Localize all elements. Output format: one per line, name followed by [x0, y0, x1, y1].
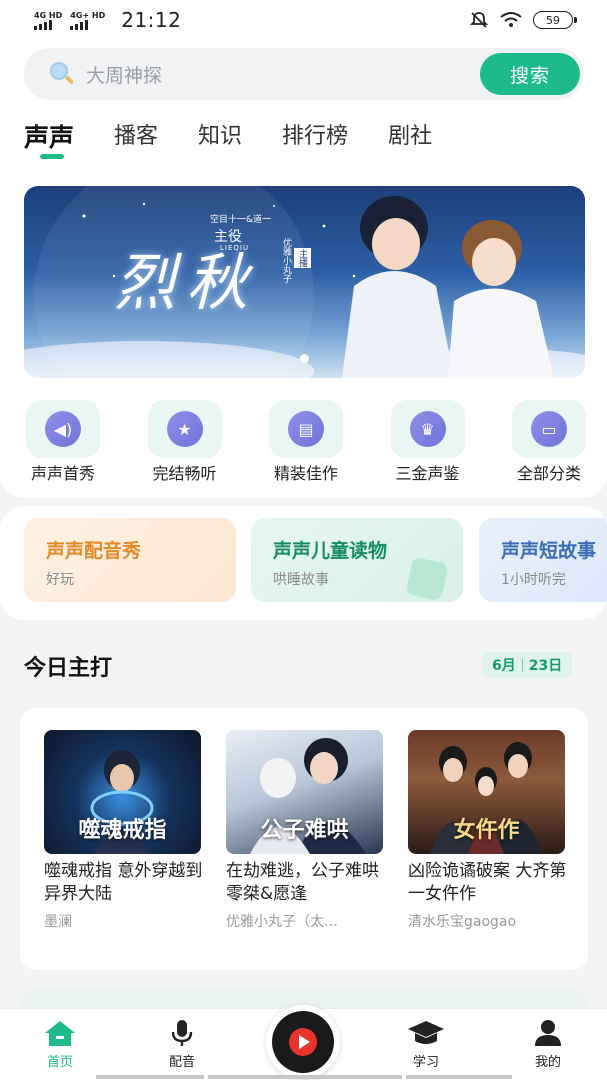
gesture-bar-segment [208, 1075, 402, 1079]
category-label: 精装佳作 [273, 464, 338, 483]
signal-bars-icon [34, 19, 62, 30]
book-author: 优雅小丸子（太… [226, 914, 338, 930]
nav-label: 首页 [46, 1055, 73, 1070]
book-title[interactable]: 在劫难逃，公子难哄 零桀&愿逢 [226, 860, 386, 906]
clock: 21:12 [121, 8, 182, 32]
cover-title: 噬魂戒指 [78, 817, 167, 843]
search-button[interactable]: 搜索 [480, 53, 580, 95]
tab-podcast[interactable]: 播客 [114, 118, 158, 150]
nav-dubbing[interactable]: 配音 [142, 1019, 222, 1070]
promo-card-short-stories[interactable]: 声声短故事 1小时听完 [479, 518, 607, 602]
category-label: 三金声鉴 [395, 464, 460, 483]
microphone-icon [171, 1020, 193, 1046]
promo-strip: 声声配音秀 好玩 声声儿童读物 哄睡故事 声声短故事 1小时听完 [0, 506, 607, 620]
promo-card-children[interactable]: 声声儿童读物 哄睡故事 [251, 518, 463, 602]
category-item[interactable]: ◀) 声声首秀 [14, 400, 112, 484]
tab-ranking[interactable]: 排行榜 [282, 118, 348, 150]
battery-level: 59 [546, 13, 560, 27]
featured-books-card: 噬魂戒指 噬魂戒指 意外穿越到异界大陆 墨澜 公子难哄 在劫难逃，公子难哄 零桀… [20, 708, 588, 970]
category-item[interactable]: ★ 完结畅听 [136, 400, 234, 484]
signal-indicator-2: 4G+ HD [70, 11, 105, 30]
book-item[interactable]: 噬魂戒指 噬魂戒指 意外穿越到异界大陆 墨澜 [44, 730, 204, 931]
book-author: 墨澜 [44, 914, 72, 930]
carousel-dots [300, 354, 309, 363]
category-item[interactable]: ▤ 精装佳作 [257, 400, 355, 484]
cover-title: 女仵作 [453, 817, 520, 843]
nav-learning[interactable]: 学习 [386, 1019, 466, 1070]
network-label: 4G+ HD [70, 10, 106, 20]
category-label: 全部分类 [516, 464, 581, 483]
promo-card-dubbing[interactable]: 声声配音秀 好玩 [24, 518, 236, 602]
wifi-icon [500, 12, 522, 27]
gesture-bar-segment [96, 1075, 204, 1079]
folder-icon: ▭ [531, 411, 567, 447]
cover-title: 公子难哄 [260, 817, 349, 843]
banner-carousel[interactable]: 烈秋 空目十一&道一 主役 LIEQIU 优雅小丸子 主播 [24, 186, 585, 378]
graduation-cap-icon [408, 1021, 444, 1044]
category-item[interactable]: ▭ 全部分类 [500, 400, 598, 484]
promo-subtitle: 1小时听完 [501, 572, 566, 588]
nav-profile[interactable]: 我的 [508, 1019, 588, 1070]
nav-label: 学习 [412, 1055, 439, 1070]
person-icon [535, 1020, 561, 1046]
award-icon: ♛ [409, 411, 446, 447]
gesture-bar-segment [406, 1075, 512, 1079]
book-item[interactable]: 公子难哄 在劫难逃，公子难哄 零桀&愿逢 优雅小丸子（太… [226, 730, 386, 931]
banner-artwork [24, 186, 585, 378]
category-label: 完结畅听 [152, 464, 217, 483]
nav-label: 我的 [534, 1055, 561, 1070]
speaker-icon: ◀) [45, 411, 81, 447]
banner-role: 主役 [214, 229, 242, 245]
promo-subtitle: 好玩 [46, 572, 74, 588]
check-bag-icon [405, 556, 449, 602]
date-badge: 6月 23日 [482, 652, 573, 678]
book-icon: ▤ [288, 411, 324, 447]
banner-credit: 空目十一&道一 [210, 215, 272, 225]
category-label: 声声首秀 [30, 464, 95, 483]
book-title[interactable]: 噬魂戒指 意外穿越到异界大陆 [44, 860, 204, 906]
book-cover[interactable]: 噬魂戒指 [44, 730, 201, 854]
signal-indicator-1: 4G HD [34, 11, 62, 30]
date-day: 23日 [528, 658, 563, 674]
nav-label: 配音 [168, 1055, 195, 1070]
search-placeholder[interactable]: 大周神探 [86, 61, 162, 88]
bottom-nav: 首页 配音 学习 我的 [0, 1005, 607, 1080]
section-title: 今日主打 [24, 656, 113, 681]
mute-bell-icon [469, 12, 489, 28]
promo-title: 声声短故事 [501, 540, 597, 562]
signal-bars-icon [70, 19, 105, 30]
banner-host-tag: 主播 [294, 248, 311, 268]
promo-title: 声声儿童读物 [273, 540, 388, 562]
book-cover[interactable]: 公子难哄 [226, 730, 383, 854]
home-icon [45, 1021, 75, 1046]
tab-knowledge[interactable]: 知识 [198, 118, 242, 150]
promo-title: 声声配音秀 [46, 540, 142, 562]
banner-host-name: 优雅小丸子 [281, 238, 291, 283]
search-icon [48, 60, 76, 88]
book-cover[interactable]: 女仵作 [408, 730, 565, 854]
search-bar[interactable]: 大周神探 搜索 [24, 48, 584, 100]
book-author: 清水乐宝gaogao [408, 914, 517, 930]
network-label: 4G HD [34, 10, 63, 20]
book-item[interactable]: 女仵作 凶险诡谲破案 大齐第一女仵作 清水乐宝gaogao [408, 730, 568, 931]
tab-bar: 声声 播客 知识 排行榜 剧社 [24, 118, 432, 164]
play-icon [289, 1028, 317, 1056]
nav-home[interactable]: 首页 [20, 1019, 100, 1070]
tab-drama-club[interactable]: 剧社 [388, 118, 432, 150]
category-item[interactable]: ♛ 三金声鉴 [379, 400, 477, 484]
book-title[interactable]: 凶险诡谲破案 大齐第一女仵作 [408, 860, 568, 906]
category-row: ◀) 声声首秀 ★ 完结畅听 ▤ 精装佳作 ♛ 三金声鉴 ▭ 全部分类 [14, 400, 598, 484]
status-bar: 4G HD 4G+ HD 21:12 59 [0, 0, 607, 40]
date-month: 6月 [492, 658, 516, 674]
banner-pinyin: LIEQIU [220, 244, 250, 252]
battery-icon: 59 [533, 11, 577, 29]
planet-icon: ★ [166, 411, 203, 447]
player-button[interactable] [266, 1005, 340, 1079]
tab-shengsheng[interactable]: 声声 [24, 118, 74, 159]
